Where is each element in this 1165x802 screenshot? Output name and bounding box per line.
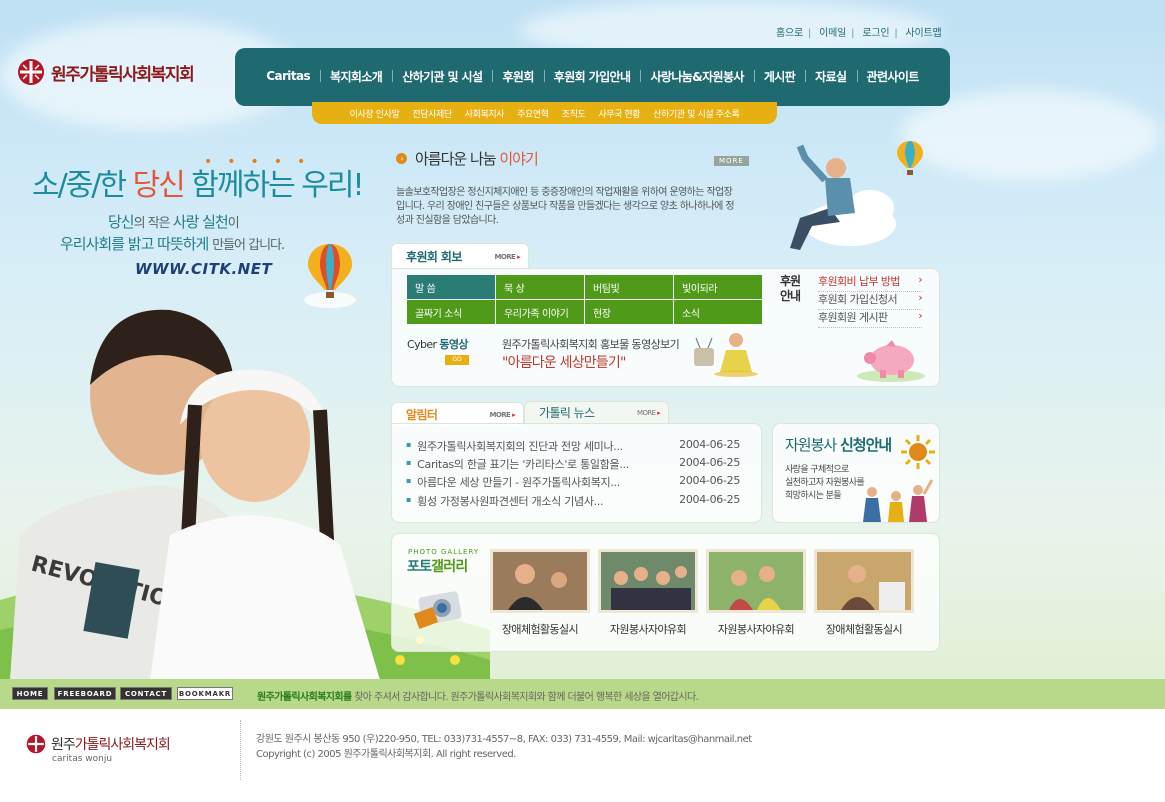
site-logo[interactable]: 원주가톨릭사회복지회 bbox=[17, 58, 195, 86]
arrow-circle-icon: › bbox=[396, 153, 407, 164]
login-link[interactable]: 로그인 bbox=[862, 28, 889, 39]
news-date: 2004-06-25 bbox=[679, 456, 741, 469]
gallery-thumbnail[interactable] bbox=[706, 549, 806, 613]
logo-text: 원주가톨릭사회복지회 bbox=[51, 64, 195, 85]
bulletin-button[interactable]: 소식 bbox=[674, 300, 762, 324]
list-item: 아름다운 세상 만들기 - 원주가톨릭사회복지... 2004-06-25 bbox=[406, 474, 746, 490]
subnav-item[interactable]: 산하기관 및 시설 주소록 bbox=[653, 107, 740, 120]
nav-volunteer[interactable]: 사랑나눔&자원봉사 bbox=[640, 68, 753, 85]
footer-address: 강원도 원주시 봉산동 950 (우)220-950, TEL: 033)731… bbox=[256, 734, 752, 760]
promo-video-title[interactable]: "아름다운 세상만들기" bbox=[502, 352, 626, 372]
tab-catholic-news[interactable]: 가톨릭 뉴스 MORE bbox=[524, 401, 669, 423]
camera-icon bbox=[414, 591, 462, 629]
list-item: 원주가톨릭사회복지회의 진단과 전망 세미나... 2004-06-25 bbox=[406, 438, 746, 454]
nav-board[interactable]: 게시판 bbox=[753, 68, 805, 85]
list-item: 횡성 가정봉사원파견센터 개소식 기념사... 2004-06-25 bbox=[406, 493, 746, 509]
bulletin-button[interactable]: 우리가족 이야기 bbox=[496, 300, 584, 324]
nav-facilities[interactable]: 산하기관 및 시설 bbox=[392, 68, 492, 85]
main-nav: Caritas 복지회소개 산하기관 및 시설 후원회 후원회 가입안내 사랑나… bbox=[235, 48, 950, 106]
gallery-caption[interactable]: 장애체험활동실시 bbox=[814, 621, 914, 637]
sun-icon bbox=[901, 435, 935, 469]
support-guide-heading: 후원 안내 bbox=[780, 274, 801, 303]
piggy-bank-icon bbox=[857, 340, 925, 382]
news-title[interactable]: 횡성 가정봉사원파견센터 개소식 기념사... bbox=[417, 493, 673, 509]
footer-divider bbox=[240, 720, 241, 780]
story-more-button[interactable]: MORE bbox=[714, 156, 749, 166]
bulletin-button[interactable]: 말 씀 bbox=[407, 275, 495, 299]
subnav-item[interactable]: 이사장 인사말 bbox=[350, 107, 400, 120]
nav-join[interactable]: 후원회 가입안내 bbox=[543, 68, 641, 85]
bulletin-button[interactable]: 빛이되라 bbox=[674, 275, 762, 299]
footer-logo: 원주가톨릭사회복지회 bbox=[26, 734, 171, 754]
join-form-link[interactable]: 후원회 가입신청서 bbox=[818, 291, 922, 310]
subnav-item[interactable]: 조직도 bbox=[562, 107, 586, 120]
go-button[interactable]: GO bbox=[445, 355, 469, 365]
sub-nav: 이사장 인사말 전담사제단 사회복지사 주요연혁 조직도 사무국 현황 산하기관… bbox=[312, 102, 777, 124]
cyber-video-label: Cyber 동영상 bbox=[407, 338, 469, 351]
footer-bookmark-button[interactable]: BOOKMAKR bbox=[177, 687, 233, 700]
list-item: Caritas의 한글 표기는 '카리타스'로 통일함을... 2004-06-2… bbox=[406, 456, 746, 472]
gallery-thumbnail[interactable] bbox=[598, 549, 698, 613]
top-links: 홈으로 | 이메일 | 로그인 | 사이트맵 bbox=[776, 28, 942, 39]
subnav-item[interactable]: 사회복지사 bbox=[465, 107, 505, 120]
footer-contact-button[interactable]: CONTACT bbox=[120, 687, 172, 700]
volunteer-heading: 자원봉사 신청안내 bbox=[785, 436, 892, 454]
news-title[interactable]: 원주가톨릭사회복지회의 진단과 전망 세미나... bbox=[417, 438, 673, 454]
news-date: 2004-06-25 bbox=[679, 474, 741, 487]
gallery-label-en: PHOTO GALLERY bbox=[408, 548, 480, 556]
hero-slogan: 소/중/한 당신 함께하는 우리! bbox=[32, 168, 364, 203]
news-date: 2004-06-25 bbox=[679, 438, 741, 451]
footer-logo-subtitle: caritas wonju bbox=[52, 754, 113, 764]
hero-subline-2: 우리사회를 밝고 따뜻하게 만들어 갑니다. bbox=[60, 235, 285, 253]
caritas-cross-icon bbox=[18, 59, 44, 85]
children-photo: REVOLUTION bbox=[10, 309, 380, 680]
home-link[interactable]: 홈으로 bbox=[776, 28, 803, 39]
gallery-thumbnail[interactable] bbox=[814, 549, 914, 613]
news-title[interactable]: 아름다운 세상 만들기 - 원주가톨릭사회복지... bbox=[417, 474, 673, 490]
hot-air-balloon-icon bbox=[897, 141, 923, 175]
gallery-caption[interactable]: 자원봉사자야유회 bbox=[598, 621, 698, 637]
tv-woman-illustration bbox=[694, 333, 758, 377]
story-heading: › 아름다운 나눔 이야기 bbox=[396, 148, 539, 169]
email-link[interactable]: 이메일 bbox=[819, 28, 846, 39]
nav-about[interactable]: 복지회소개 bbox=[320, 68, 392, 85]
bulletin-button[interactable]: 현장 bbox=[585, 300, 673, 324]
bulletin-button[interactable]: 버팀빛 bbox=[585, 275, 673, 299]
nav-supporters[interactable]: 후원회 bbox=[492, 68, 543, 85]
caritas-cross-icon bbox=[26, 734, 46, 754]
tab-support-bulletin[interactable]: 후원회 회보 MORE bbox=[391, 243, 529, 269]
member-board-link[interactable]: 후원회원 게시판 bbox=[818, 309, 922, 328]
subnav-item[interactable]: 주요연혁 bbox=[517, 107, 549, 120]
volunteers-illustration bbox=[863, 479, 934, 522]
bulletin-button[interactable]: 묵 상 bbox=[496, 275, 584, 299]
story-text: 늘솔보호작업장은 정신지체지애인 등 중증장애인의 작업재활을 위하여 운영하는… bbox=[396, 187, 735, 226]
bulletin-button[interactable]: 골짜기 소식 bbox=[407, 300, 495, 324]
gallery-caption[interactable]: 자원봉사자야유회 bbox=[706, 621, 806, 637]
nav-archive[interactable]: 자료실 bbox=[805, 68, 856, 85]
footer-home-button[interactable]: HOME bbox=[12, 687, 48, 700]
footer-freeboard-button[interactable]: FREEBOARD bbox=[54, 687, 116, 700]
news-title[interactable]: Caritas의 한글 표기는 '카리타스'로 통일함을... bbox=[417, 456, 673, 472]
hero-subline-1: 당신의 작은 사랑 실천이 bbox=[108, 213, 240, 231]
subnav-item[interactable]: 전담사제단 bbox=[412, 107, 452, 120]
subnav-item[interactable]: 사무국 현황 bbox=[598, 107, 640, 120]
payment-method-link[interactable]: 후원회비 납부 방법 bbox=[818, 273, 922, 292]
sitemap-link[interactable]: 사이트맵 bbox=[905, 28, 941, 39]
footer-message: 원주가톨릭사회복지회를 찾아 주셔서 감사합니다. 원주가톨릭사회복지회와 함께… bbox=[257, 692, 699, 703]
volunteer-text: 사랑을 구체적으로 실천하고자 자원봉사를 희망하시는 분들 bbox=[785, 465, 865, 501]
news-date: 2004-06-25 bbox=[679, 493, 741, 506]
gallery-heading: 포토갤러리 bbox=[407, 559, 468, 575]
man-on-cloud-illustration bbox=[790, 144, 896, 250]
promo-video-text[interactable]: 원주가톨릭사회복지회 홍보물 동영상보기 bbox=[502, 336, 680, 352]
nav-caritas[interactable]: Caritas bbox=[256, 69, 320, 83]
nav-related[interactable]: 관련사이트 bbox=[856, 68, 929, 85]
gallery-caption[interactable]: 장애체험활동실시 bbox=[490, 621, 590, 637]
gallery-thumbnail[interactable] bbox=[490, 549, 590, 613]
site-url: WWW.CITK.NET bbox=[135, 260, 273, 278]
